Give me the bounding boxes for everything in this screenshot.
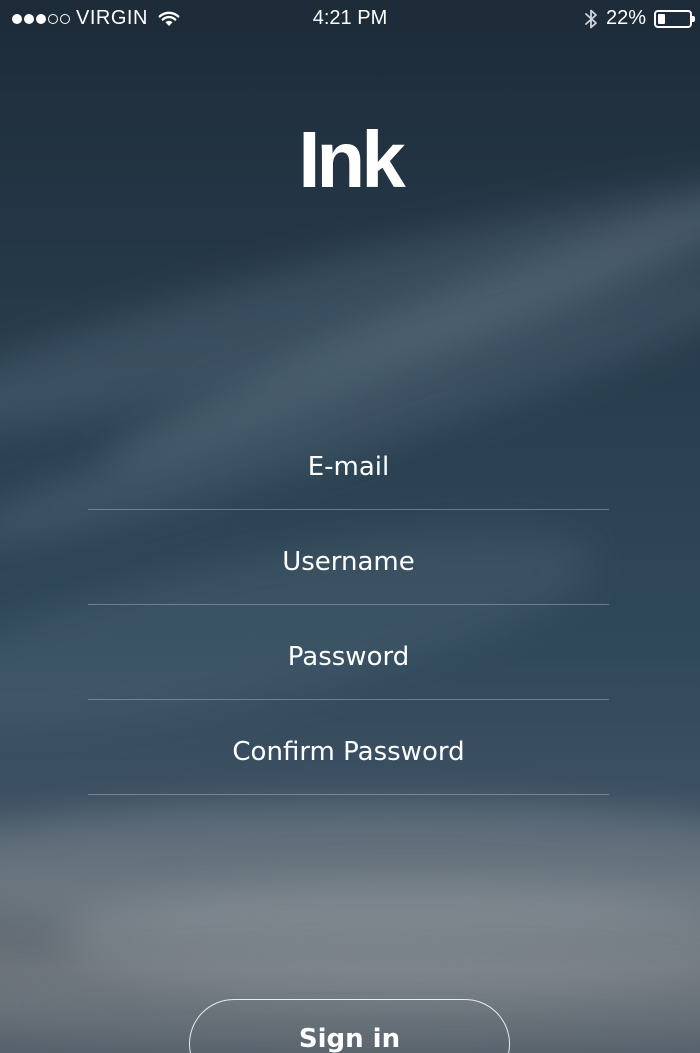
status-bar: VIRGIN 4:21 PM 22% bbox=[0, 0, 700, 36]
app-logo: Ink bbox=[298, 115, 406, 204]
username-field[interactable] bbox=[88, 542, 609, 582]
status-right: 22% bbox=[584, 7, 695, 30]
battery-percent: 22% bbox=[605, 7, 646, 29]
email-field[interactable] bbox=[88, 447, 609, 487]
signup-form bbox=[88, 415, 609, 795]
battery-icon bbox=[654, 9, 695, 28]
battery-fill bbox=[658, 13, 665, 24]
email-field-row bbox=[88, 415, 609, 510]
cloud bbox=[60, 880, 700, 1000]
bluetooth-icon bbox=[585, 9, 597, 28]
password-field-row bbox=[88, 605, 609, 700]
confirm-password-field-row bbox=[88, 700, 609, 795]
signin-button-label: Sign in bbox=[298, 1024, 401, 1053]
cloud bbox=[0, 800, 700, 940]
signup-screen: VIRGIN 4:21 PM 22% Ink E-mail Username S… bbox=[0, 0, 700, 1053]
signin-button[interactable]: Sign in bbox=[189, 999, 510, 1053]
battery-tip bbox=[692, 15, 695, 22]
confirm-password-field[interactable] bbox=[88, 732, 609, 772]
password-field[interactable] bbox=[88, 637, 609, 677]
username-field-row bbox=[88, 510, 609, 605]
